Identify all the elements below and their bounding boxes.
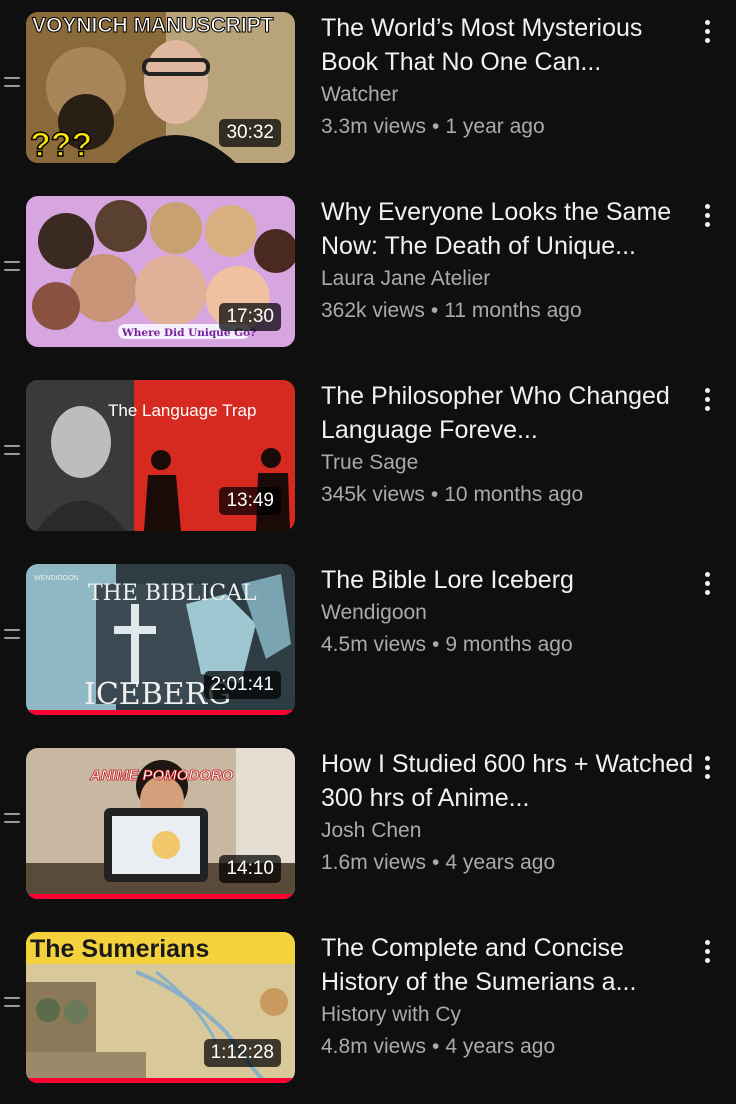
channel-name[interactable]: History with Cy <box>321 999 701 1030</box>
more-options-icon[interactable] <box>699 754 717 782</box>
upload-age: 11 months ago <box>444 299 582 322</box>
drag-handle-icon[interactable] <box>3 440 21 462</box>
video-title[interactable]: The World’s Most Mysterious Book That No… <box>321 11 701 79</box>
view-count: 345k views <box>321 483 425 506</box>
thumb-question-text: ??? <box>30 126 92 163</box>
video-stats: 345k views • 10 months ago <box>321 478 701 511</box>
video-item[interactable]: The Sumerians 1:12:28 The Complete and C… <box>0 920 736 1088</box>
video-item[interactable]: Where Did Unique Go? 17:30 Why Everyone … <box>0 184 736 352</box>
more-options-icon[interactable] <box>699 386 717 414</box>
drag-handle-icon[interactable] <box>3 624 21 646</box>
duration-badge: 1:12:28 <box>203 1039 281 1067</box>
video-meta: Why Everyone Looks the Same Now: The Dea… <box>321 195 701 327</box>
video-thumbnail[interactable]: WENDIGOON THE BIBLICAL ICEBERG 2:01:41 <box>26 564 295 715</box>
thumb-title-text: The Sumerians <box>30 935 209 963</box>
view-count: 362k views <box>321 299 425 322</box>
channel-name[interactable]: Watcher <box>321 79 701 110</box>
channel-name[interactable]: Wendigoon <box>321 597 701 628</box>
duration-badge: 13:49 <box>219 487 281 515</box>
video-thumbnail[interactable]: ANIME POMODORO 14:10 <box>26 748 295 899</box>
video-meta: The Complete and Concise History of the … <box>321 931 701 1063</box>
separator-dot: • <box>432 851 440 874</box>
watch-progress-bar <box>26 1078 295 1083</box>
thumb-title-text: ANIME POMODORO <box>89 767 234 784</box>
more-options-icon[interactable] <box>699 202 717 230</box>
duration-badge: 30:32 <box>219 119 281 147</box>
video-title[interactable]: The Bible Lore Iceberg <box>321 563 701 597</box>
separator-dot: • <box>430 483 439 506</box>
video-stats: 4.5m views • 9 months ago <box>321 628 701 661</box>
video-thumbnail[interactable]: Where Did Unique Go? 17:30 <box>26 196 295 347</box>
video-title[interactable]: Why Everyone Looks the Same Now: The Dea… <box>321 195 701 263</box>
drag-handle-icon[interactable] <box>3 72 21 94</box>
separator-dot: • <box>432 115 440 138</box>
channel-name[interactable]: True Sage <box>321 447 701 478</box>
view-count: 4.5m views <box>321 633 427 656</box>
thumb-title-text: THE BIBLICAL <box>88 581 257 606</box>
duration-badge: 2:01:41 <box>203 671 281 699</box>
more-options-icon[interactable] <box>699 18 717 46</box>
video-meta: The World’s Most Mysterious Book That No… <box>321 11 701 143</box>
thumb-title-text: VOYNICH MANUSCRIPT <box>32 14 274 37</box>
view-count: 3.3m views <box>321 115 427 138</box>
drag-handle-icon[interactable] <box>3 992 21 1014</box>
drag-handle-icon[interactable] <box>3 256 21 278</box>
video-item[interactable]: VOYNICH MANUSCRIPT ??? 30:32 The World’s… <box>0 0 736 168</box>
duration-badge: 17:30 <box>219 303 281 331</box>
upload-age: 9 months ago <box>445 633 573 656</box>
video-meta: How I Studied 600 hrs + Watched 300 hrs … <box>321 747 701 879</box>
separator-dot: • <box>432 1035 440 1058</box>
video-thumbnail[interactable]: The Sumerians 1:12:28 <box>26 932 295 1083</box>
duration-badge: 14:10 <box>219 855 281 883</box>
video-meta: The Philosopher Who Changed Language For… <box>321 379 701 511</box>
video-item[interactable]: ANIME POMODORO 14:10 How I Studied 600 h… <box>0 736 736 904</box>
channel-name[interactable]: Josh Chen <box>321 815 701 846</box>
video-title[interactable]: How I Studied 600 hrs + Watched 300 hrs … <box>321 747 701 815</box>
separator-dot: • <box>430 299 439 322</box>
watch-progress-bar <box>26 894 295 899</box>
thumb-title-text: The Language Trap <box>108 401 256 420</box>
more-options-icon[interactable] <box>699 938 717 966</box>
video-stats: 4.8m views • 4 years ago <box>321 1030 701 1063</box>
video-item[interactable]: WENDIGOON THE BIBLICAL ICEBERG 2:01:41 T… <box>0 552 736 720</box>
video-stats: 362k views • 11 months ago <box>321 294 701 327</box>
watch-progress-bar <box>26 710 295 715</box>
video-title[interactable]: The Philosopher Who Changed Language For… <box>321 379 701 447</box>
separator-dot: • <box>432 633 440 656</box>
video-meta: The Bible Lore Iceberg Wendigoon 4.5m vi… <box>321 563 701 661</box>
upload-age: 1 year ago <box>445 115 545 138</box>
video-stats: 3.3m views • 1 year ago <box>321 110 701 143</box>
video-title[interactable]: The Complete and Concise History of the … <box>321 931 701 999</box>
channel-name[interactable]: Laura Jane Atelier <box>321 263 701 294</box>
drag-handle-icon[interactable] <box>3 808 21 830</box>
upload-age: 10 months ago <box>444 483 584 506</box>
view-count: 1.6m views <box>321 851 427 874</box>
more-options-icon[interactable] <box>699 570 717 598</box>
thumb-channel-text: WENDIGOON <box>34 575 79 582</box>
video-item[interactable]: The Language Trap 13:49 The Philosopher … <box>0 368 736 536</box>
upload-age: 4 years ago <box>445 1035 556 1058</box>
view-count: 4.8m views <box>321 1035 427 1058</box>
video-thumbnail[interactable]: VOYNICH MANUSCRIPT ??? 30:32 <box>26 12 295 163</box>
upload-age: 4 years ago <box>445 851 556 874</box>
video-thumbnail[interactable]: The Language Trap 13:49 <box>26 380 295 531</box>
playlist-video-list: VOYNICH MANUSCRIPT ??? 30:32 The World’s… <box>0 0 736 1104</box>
video-stats: 1.6m views • 4 years ago <box>321 846 701 879</box>
